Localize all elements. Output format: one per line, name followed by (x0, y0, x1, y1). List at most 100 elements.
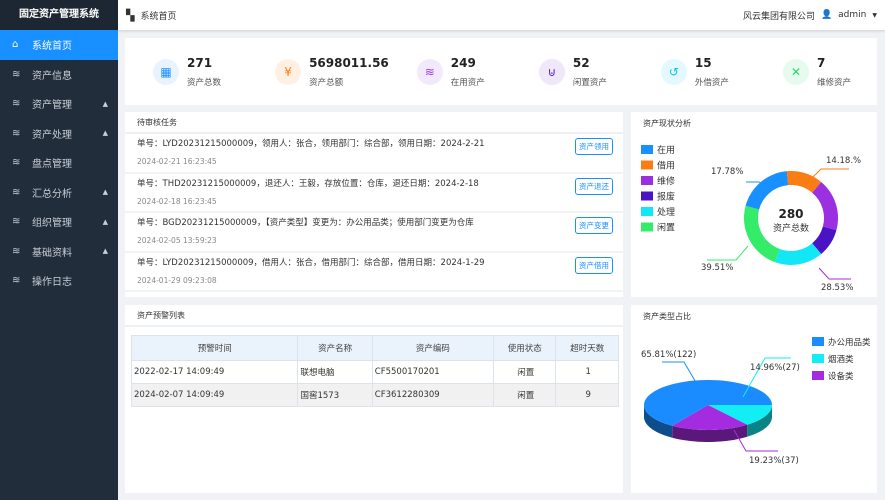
legend-label[interactable]: 在用 (657, 144, 675, 156)
task-action-button[interactable]: 资产变更 (575, 217, 613, 234)
column-header[interactable]: 资产名称 (297, 335, 373, 361)
chevron-down-icon[interactable]: ▼ (872, 12, 877, 19)
data-label: 14.96%(27) (750, 363, 800, 373)
caret-up-icon[interactable]: ▲ (103, 129, 108, 137)
wrench-icon: ✕ (782, 58, 809, 85)
stat-label: 外借资产 (694, 77, 729, 88)
legend-swatch[interactable] (812, 371, 824, 380)
task-item[interactable]: 单号：LYD20231215000009，领用人：张合，领用部门：综合部，领用日… (125, 134, 623, 174)
layers-icon: ≋ (12, 275, 21, 287)
donut-segment[interactable] (774, 243, 822, 265)
sidebar-item[interactable]: ≋ 操作日志 (0, 266, 118, 296)
legend-swatch[interactable] (641, 207, 653, 216)
task-action-button[interactable]: 资产领用 (575, 138, 613, 155)
legend-swatch[interactable] (641, 176, 653, 185)
sidebar-item[interactable]: ≋ 组织管理 ▲ (0, 207, 118, 237)
task-time: 2024-02-18 16:23:45 (137, 196, 217, 206)
table-cell: 2024-02-07 14:09:49 (130, 383, 299, 407)
table-cell: 闲置 (492, 360, 557, 384)
label-leader-line (812, 168, 849, 178)
stat-value: 52 (572, 55, 590, 70)
task-time: 2024-01-29 09:23:08 (137, 275, 217, 285)
stat-label: 资产总数 (187, 77, 222, 88)
layers-icon: ≋ (12, 245, 21, 257)
legend-swatch[interactable] (641, 222, 653, 232)
caret-up-icon[interactable]: ▲ (103, 100, 108, 108)
legend-label[interactable]: 报废 (657, 191, 675, 203)
sidebar-item[interactable]: ≋ 资产管理 ▲ (0, 89, 118, 119)
legend-label[interactable]: 处理 (657, 206, 675, 218)
money-bag-icon: ¥ (275, 58, 302, 85)
stat-item[interactable]: ⊍ 52 闲置资产 (511, 56, 633, 88)
legend-label[interactable]: 闲置 (657, 223, 675, 234)
legend-swatch[interactable] (641, 191, 653, 201)
stat-item[interactable]: ≋ 249 在用资产 (389, 56, 511, 88)
task-item[interactable]: 单号：LYD20231215000009，借用人：张合，借用部门：综合部，借用日… (125, 253, 623, 292)
column-header[interactable]: 使用状态 (492, 335, 557, 361)
stat-item[interactable]: ✕ 7 维修资产 (755, 56, 877, 88)
menu-grid-icon[interactable]: ▚ (126, 9, 134, 22)
legend-label[interactable]: 维修 (657, 175, 675, 187)
layers-icon: ≋ (12, 98, 21, 110)
label-leader-line (707, 245, 749, 261)
layers-icon: ≋ (12, 68, 21, 80)
column-header[interactable]: 超时天数 (555, 335, 619, 361)
stat-value: 7 (816, 55, 826, 70)
asset-status-panel: 资产现状分析 在用 借用 维修 报废 处理 闲置 280 资产总数 17.78% 14.18.% 3… (631, 112, 877, 297)
donut-segment[interactable] (745, 171, 789, 210)
app-title: 固定资产管理系统 (0, 0, 118, 30)
caret-up-icon[interactable]: ▲ (103, 247, 108, 255)
breadcrumb[interactable]: 系统首页 (140, 9, 176, 22)
legend-swatch[interactable] (812, 337, 824, 346)
sidebar-item[interactable]: ≋ 资产处理 ▲ (0, 119, 118, 149)
pie-3d-chart: 办公用品类烟酒类设备类 65.81%(122) 14.96%(27) 19.23%(3… (641, 337, 871, 466)
stat-label: 在用资产 (450, 77, 485, 88)
user-menu[interactable]: admin (838, 10, 866, 20)
sidebar-item[interactable]: ≋ 资产信息 (0, 60, 118, 90)
donut-segment[interactable] (744, 205, 780, 263)
legend-swatch[interactable] (641, 145, 653, 154)
pending-tasks-panel: 待审核任务 单号：LYD20231215000009，领用人：张合，领用部门：综… (125, 112, 623, 297)
legend-label[interactable]: 借用 (657, 160, 675, 172)
stat-item[interactable]: ▦ 271 资产总数 (125, 56, 247, 88)
caret-up-icon[interactable]: ▲ (103, 218, 108, 226)
data-label: 19.23%(37) (749, 456, 799, 466)
stat-value: 15 (694, 55, 712, 70)
sidebar-item-label: 汇总分析 (32, 188, 72, 200)
column-header[interactable]: 预警时间 (130, 335, 299, 361)
stat-item[interactable]: ¥5698011.56 资产总额 (247, 56, 389, 88)
task-action-button[interactable]: 资产退还 (575, 177, 613, 195)
caret-up-icon[interactable]: ▲ (103, 188, 108, 196)
task-time: 2024-02-21 16:23:45 (137, 157, 217, 166)
legend-label[interactable]: 办公用品类 (828, 337, 871, 348)
task-item[interactable]: 单号：THD20231215000009，退还人：王毅，存放位置：仓库，退还日期… (125, 174, 623, 213)
sidebar-item[interactable]: ≋ 基础资料 ▲ (0, 237, 118, 267)
legend-label[interactable]: 设备类 (828, 371, 854, 382)
center-label: 资产总数 (773, 222, 809, 234)
table-row[interactable]: 2024-02-07 14:09:49 国窖1573 CF3612280309 闲置 9 (130, 383, 619, 407)
task-item[interactable]: 单号：BGD20231215000009，【资产类型】变更为：办公用品类；使用部… (125, 213, 623, 253)
header: ▚ 系统首页 风云集团有限公司 👤 admin ▼ (118, 0, 885, 30)
task-text: 单号：BGD20231215000009，【资产类型】变更为：办公用品类；使用部… (137, 218, 474, 228)
task-action-button[interactable]: 资产借用 (575, 256, 613, 274)
column-header[interactable]: 资产编码 (371, 335, 494, 361)
layers-icon: ≋ (12, 157, 21, 169)
sidebar-item[interactable]: ⌂ 系统首页 (0, 30, 118, 60)
sidebar-item[interactable]: ≋ 汇总分析 ▲ (0, 178, 118, 208)
panel-title: 待审核任务 (125, 112, 623, 134)
stat-value: 249 (450, 55, 476, 70)
sidebar-item[interactable]: ≋ 盘点管理 (0, 148, 118, 178)
basket-icon: ⊍ (538, 58, 565, 85)
donut-segment[interactable] (812, 181, 838, 231)
task-text: 单号：LYD20231215000009，领用人：张合，领用部门：综合部，领用日… (137, 139, 485, 149)
asset-type-panel: 资产类型占比 办公用品类 烟酒类 设备类 65.81%(122) 14.96%(27) 1… (631, 305, 877, 493)
stat-label: 维修资产 (816, 77, 851, 88)
center-value: 280 (778, 207, 803, 221)
legend-swatch[interactable] (641, 160, 653, 170)
legend-swatch[interactable] (812, 354, 824, 363)
legend-label[interactable]: 烟酒类 (828, 354, 854, 365)
sidebar-item-label: 操作日志 (32, 277, 72, 289)
stat-item[interactable]: ↺ 15 外借资产 (633, 56, 755, 88)
table-cell: CF5500170201 (371, 360, 494, 384)
table-row[interactable]: 2022-02-17 14:09:49 联想电脑 CF5500170201 闲置 1 (130, 360, 619, 384)
